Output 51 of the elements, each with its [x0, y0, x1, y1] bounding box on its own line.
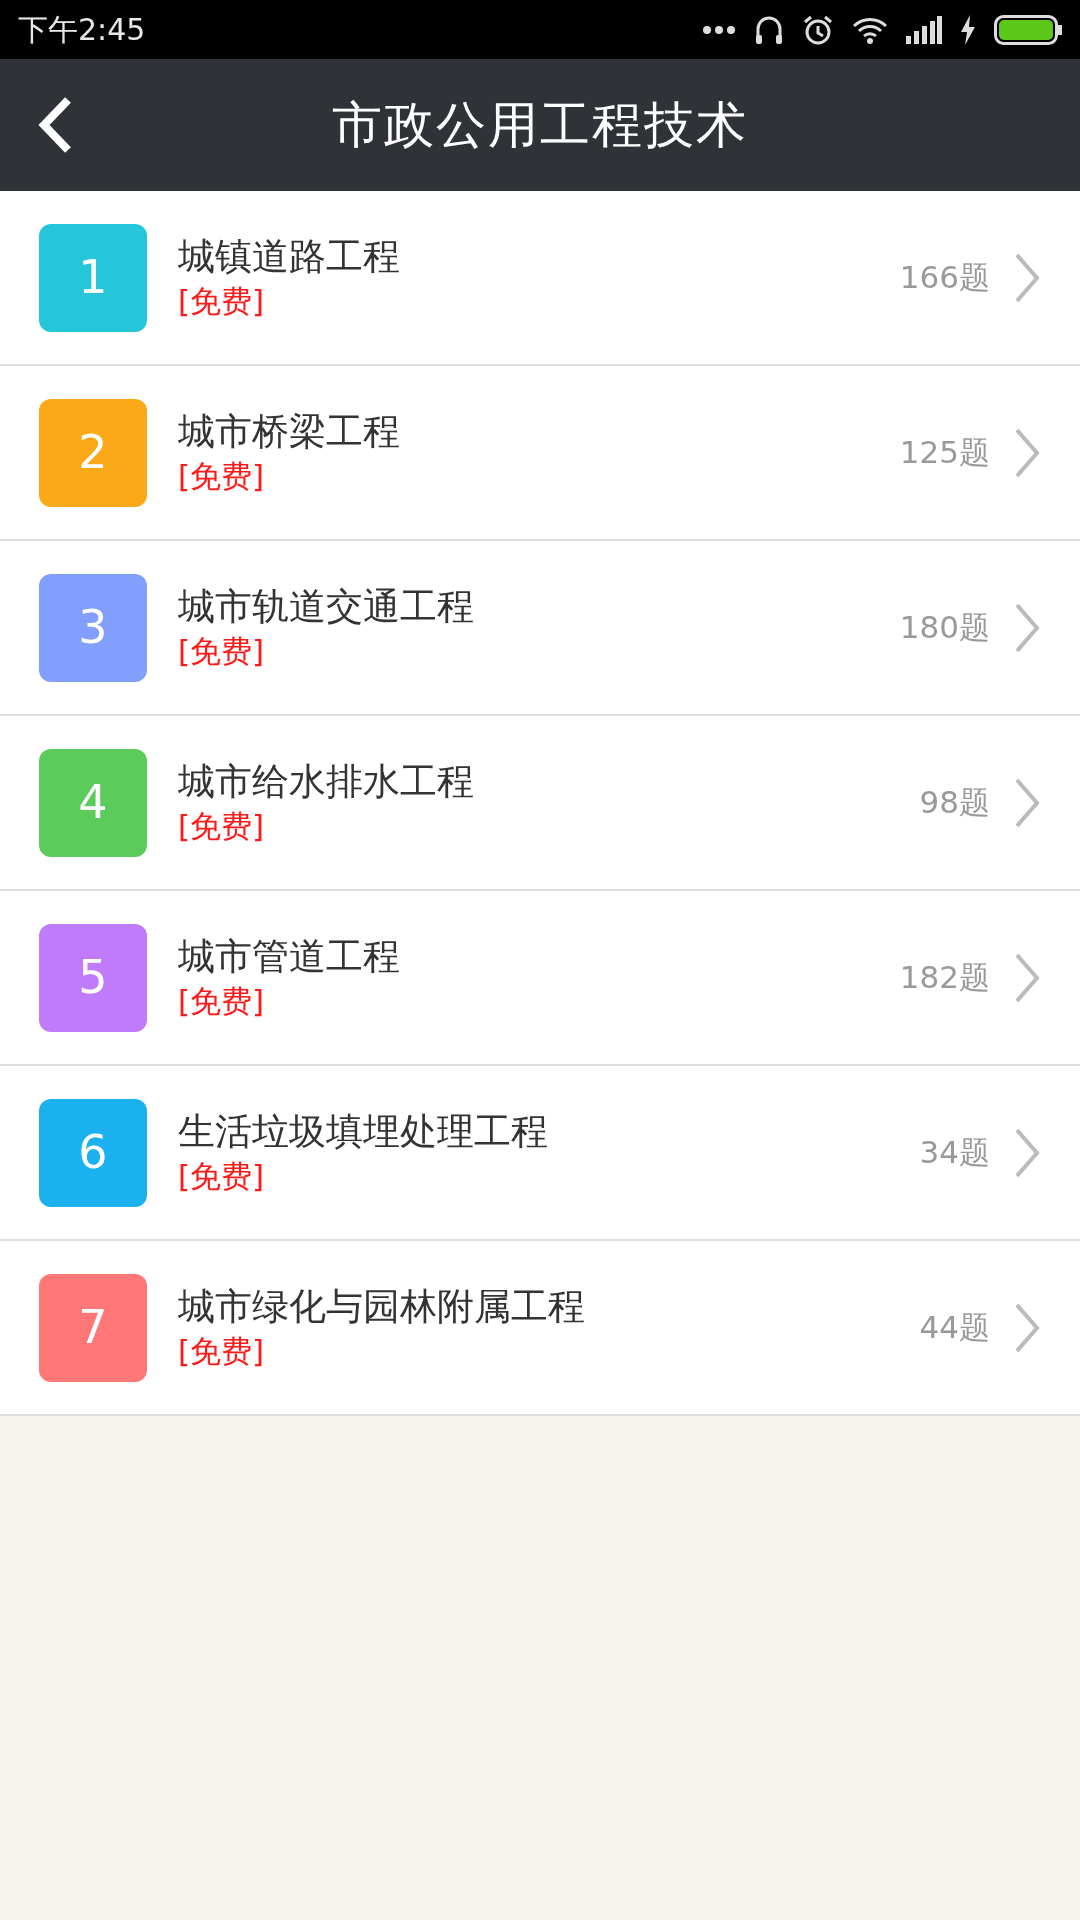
question-count: 44题 — [919, 1308, 990, 1348]
status-time: 下午2:45 — [18, 11, 146, 49]
course-title: 生活垃圾填埋处理工程 — [178, 1109, 549, 1156]
number-badge: 3 — [39, 573, 147, 682]
alarm-icon — [802, 13, 834, 46]
course-title: 城镇道路工程 — [178, 234, 401, 281]
course-title: 城市管道工程 — [178, 934, 401, 981]
page-title: 市政公用工程技术 — [332, 94, 748, 156]
number-badge: 6 — [39, 1098, 147, 1207]
course-title: 城市桥梁工程 — [178, 409, 401, 456]
chevron-right-icon — [1014, 777, 1040, 828]
wifi-icon — [852, 15, 888, 44]
battery-icon — [994, 14, 1062, 45]
chevron-right-icon — [1014, 1302, 1040, 1353]
free-tag: [免费] — [178, 281, 900, 322]
course-row[interactable]: 1 城镇道路工程 [免费] 166题 — [0, 191, 1080, 366]
free-tag: [免费] — [178, 631, 900, 672]
question-count: 166题 — [899, 258, 990, 298]
free-tag: [免费] — [178, 456, 900, 497]
number-badge: 7 — [39, 1273, 147, 1382]
course-row[interactable]: 2 城市桥梁工程 [免费] 125题 — [0, 366, 1080, 541]
number-badge: 2 — [39, 398, 147, 507]
free-tag: [免费] — [178, 1156, 920, 1197]
course-row[interactable]: 5 城市管道工程 [免费] 182题 — [0, 891, 1080, 1066]
free-tag: [免费] — [178, 981, 900, 1022]
number-badge: 4 — [39, 748, 147, 857]
signal-icon — [906, 15, 942, 44]
chevron-right-icon — [1014, 952, 1040, 1003]
course-title: 城市轨道交通工程 — [178, 584, 475, 631]
free-tag: [免费] — [178, 1331, 920, 1372]
number-badge: 5 — [39, 923, 147, 1032]
back-icon — [38, 96, 72, 154]
course-title: 城市给水排水工程 — [178, 759, 475, 806]
free-tag: [免费] — [178, 806, 920, 847]
question-count: 180题 — [899, 608, 990, 648]
chevron-right-icon — [1014, 427, 1040, 478]
question-count: 34题 — [919, 1133, 990, 1173]
more-icon — [702, 24, 736, 35]
chevron-right-icon — [1014, 252, 1040, 303]
chevron-right-icon — [1014, 1127, 1040, 1178]
course-title: 城市绿化与园林附属工程 — [178, 1284, 586, 1331]
course-row[interactable]: 6 生活垃圾填埋处理工程 [免费] 34题 — [0, 1066, 1080, 1241]
question-count: 182题 — [899, 958, 990, 998]
question-count: 98题 — [919, 783, 990, 823]
charging-icon — [960, 14, 976, 45]
question-count: 125题 — [899, 433, 990, 473]
chevron-right-icon — [1014, 602, 1040, 653]
number-badge: 1 — [39, 223, 147, 332]
course-row[interactable]: 4 城市给水排水工程 [免费] 98题 — [0, 716, 1080, 891]
course-row[interactable]: 3 城市轨道交通工程 [免费] 180题 — [0, 541, 1080, 716]
course-row[interactable]: 7 城市绿化与园林附属工程 [免费] 44题 — [0, 1241, 1080, 1416]
